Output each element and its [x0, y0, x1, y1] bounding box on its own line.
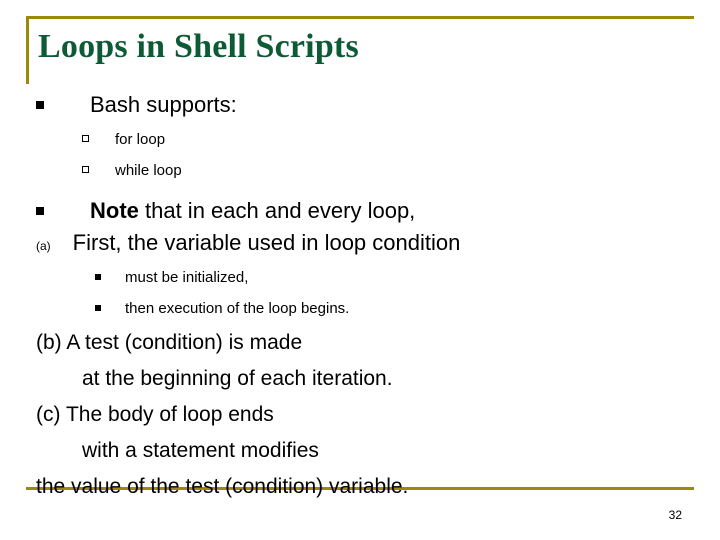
hollow-square-bullet-icon [82, 135, 89, 142]
slide: Loops in Shell Scripts Bash supports: fo… [0, 0, 720, 540]
bullet-note: Note that in each and every loop, [36, 198, 415, 224]
bullet-then-execution: then execution of the loop begins. [95, 300, 349, 317]
bullet-note-bold: Note [90, 198, 139, 223]
bullet-a-marker: (a) [36, 239, 51, 253]
bullet-bash-supports: Bash supports: [36, 92, 237, 118]
line-c-2: with a statement modifies [82, 439, 319, 462]
frame-top-rule [26, 16, 694, 19]
line-c-1: (c) The body of loop ends [36, 403, 274, 426]
page-number: 32 [668, 508, 682, 522]
line-b-1: (b) A test (condition) is made [36, 331, 303, 354]
bullet-a-label: First, the variable used in loop conditi… [72, 230, 461, 255]
bullet-then-execution-label: then execution of the loop begins. [125, 300, 350, 317]
bullet-while-loop-label: while loop [115, 162, 182, 179]
bullet-must-be-initialized: must be initialized, [95, 269, 248, 286]
line-b-2: at the beginning of each iteration. [82, 367, 393, 390]
page-title: Loops in Shell Scripts [38, 28, 359, 65]
bullet-bash-supports-label: Bash supports: [90, 92, 237, 117]
small-square-bullet-icon [95, 305, 101, 311]
bullet-while-loop: while loop [82, 162, 182, 179]
small-square-bullet-icon [95, 274, 101, 280]
line-c-3: the value of the test (condition) variab… [36, 475, 409, 498]
bullet-note-rest: that in each and every loop, [138, 198, 416, 223]
hollow-square-bullet-icon [82, 166, 89, 173]
filled-square-bullet-icon [36, 101, 44, 109]
bullet-for-loop-label: for loop [115, 131, 166, 148]
bullet-for-loop: for loop [82, 131, 165, 148]
bullet-a: (a) First, the variable used in loop con… [36, 230, 460, 256]
bullet-must-be-initialized-label: must be initialized, [125, 269, 249, 286]
frame-left-rule [26, 16, 29, 84]
filled-square-bullet-icon [36, 207, 44, 215]
